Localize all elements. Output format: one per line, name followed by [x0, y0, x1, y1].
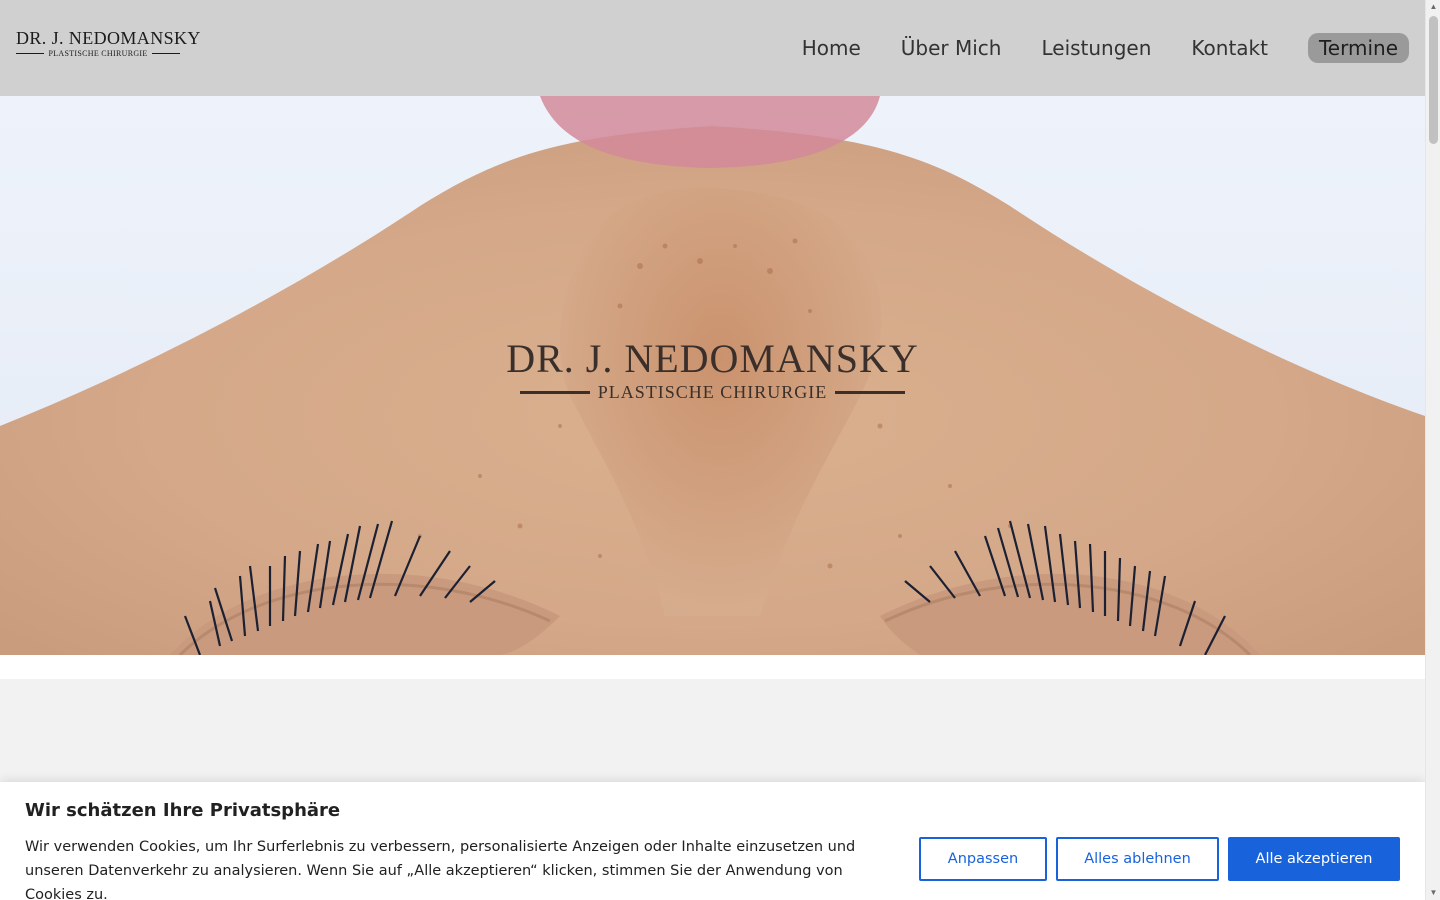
page-scrollbar[interactable]: ▲ ▼	[1425, 0, 1440, 900]
hero-logo-subtitle: PLASTISCHE CHIRURGIE	[597, 382, 828, 402]
arrow-up-icon[interactable]: ▲	[1426, 0, 1440, 14]
logo-subtitle: PLASTISCHE CHIRURGIE	[48, 49, 148, 58]
nav-appointments-button[interactable]: Termine	[1307, 33, 1409, 63]
logo-name: DR. J. NEDOMANSKY	[16, 28, 201, 48]
arrow-down-icon[interactable]: ▼	[1426, 886, 1440, 900]
cookie-customize-button[interactable]: Anpassen	[919, 837, 1047, 881]
cookie-accept-button[interactable]: Alle akzeptieren	[1228, 837, 1400, 881]
hero-logo-rule-left	[519, 391, 590, 394]
cookie-text: Wir verwenden Cookies, um Ihr Surferlebn…	[25, 839, 856, 900]
nav-home[interactable]: Home	[802, 36, 861, 60]
site-logo[interactable]: DR. J. NEDOMANSKY PLASTISCHE CHIRURGIE	[16, 28, 201, 58]
hero-logo-name: DR. J. NEDOMANSKY	[506, 336, 919, 381]
logo-subtitle-row: PLASTISCHE CHIRURGIE	[16, 49, 180, 58]
nav-contact[interactable]: Kontakt	[1191, 36, 1268, 60]
page: DR. J. NEDOMANSKY PLASTISCHE CHIRURGIE H…	[0, 0, 1425, 900]
cookie-banner: Wir schätzen Ihre Privatsphäre Wir verwe…	[0, 782, 1425, 900]
site-header: DR. J. NEDOMANSKY PLASTISCHE CHIRURGIE H…	[0, 0, 1425, 96]
hero-banner: DR. J. NEDOMANSKY PLASTISCHE CHIRURGIE	[0, 96, 1425, 655]
cookie-reject-button[interactable]: Alles ablehnen	[1056, 837, 1219, 881]
logo-rule-right	[151, 52, 180, 55]
hero-logo-subtitle-row: PLASTISCHE CHIRURGIE	[0, 382, 1425, 403]
main-nav: Home Über Mich Leistungen Kontakt Termin…	[802, 33, 1409, 63]
cookie-buttons: Anpassen Alles ablehnen Alle akzeptieren	[919, 837, 1400, 881]
scrollbar-thumb[interactable]	[1429, 16, 1438, 144]
nav-about[interactable]: Über Mich	[901, 36, 1002, 60]
hero-logo-rule-right	[835, 391, 906, 394]
hero-logo: DR. J. NEDOMANSKY PLASTISCHE CHIRURGIE	[0, 338, 1425, 403]
logo-rule-left	[16, 52, 45, 55]
cookie-title: Wir schätzen Ihre Privatsphäre	[25, 800, 341, 821]
nav-services[interactable]: Leistungen	[1041, 36, 1151, 60]
